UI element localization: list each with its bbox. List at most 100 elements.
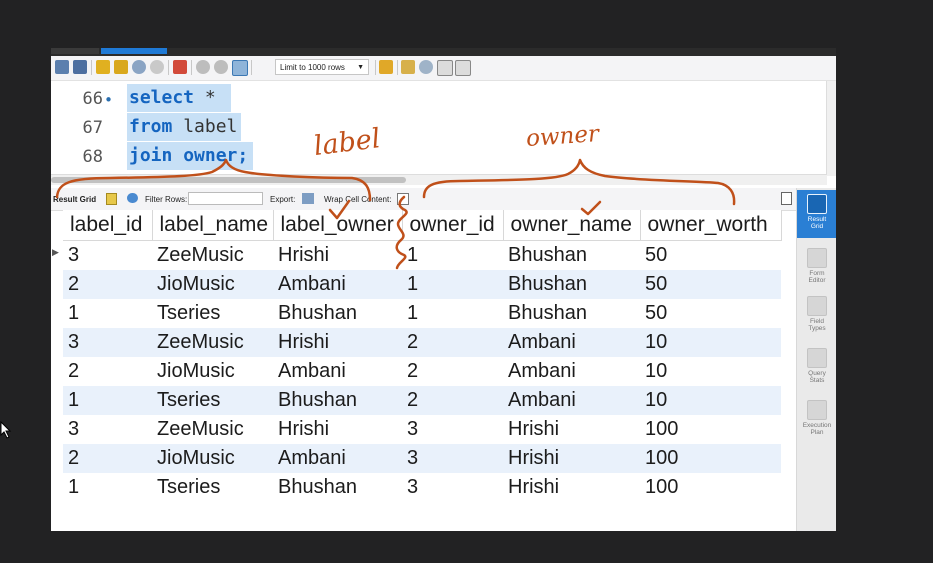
grid-cell[interactable]: 3 [63,241,152,271]
grid-cell[interactable]: 10 [640,328,781,357]
export-icon[interactable] [302,193,314,204]
execution-plan-tab[interactable]: Execution Plan [797,400,836,436]
column-header[interactable]: label_name [152,210,274,241]
limit-rows-select[interactable]: Limit to 1000 rows ▼ [275,59,369,75]
table-row[interactable]: 2 JioMusic Ambani 3 Hrishi 100 [63,444,781,473]
table-row[interactable]: 3 ZeeMusic Hrishi 3 Hrishi 100 [63,415,781,444]
table-row[interactable]: 1 Tseries Bhushan 3 Hrishi 100 [63,473,781,502]
grid-cell[interactable]: Hrishi [503,473,640,502]
column-header[interactable]: label_owner [273,210,403,241]
grid-cell[interactable]: Hrishi [273,415,402,444]
grid-cell[interactable]: 2 [402,328,503,357]
grid-cell[interactable]: Bhushan [273,299,402,328]
grid-cell[interactable]: Tseries [152,473,273,502]
open-file-icon[interactable] [55,60,69,74]
grid-cell[interactable]: JioMusic [152,444,273,473]
save-icon[interactable] [73,60,87,74]
code-line[interactable]: from label [127,113,241,141]
result-grid-label[interactable]: Result Grid [53,195,96,204]
grid-cell[interactable]: Bhushan [273,386,402,415]
commit-icon[interactable] [196,60,210,74]
grid-cell[interactable]: 1 [402,299,503,328]
editor-vertical-scrollbar[interactable] [826,81,836,176]
grid-cell[interactable]: ZeeMusic [152,241,273,271]
grid-cell[interactable]: 3 [63,328,152,357]
autocommit-icon[interactable] [232,60,248,76]
grid-cell[interactable]: ZeeMusic [152,328,273,357]
grid-cell[interactable]: 1 [63,473,152,502]
grid-cell[interactable]: Hrishi [503,444,640,473]
grid-cell[interactable]: 10 [640,357,781,386]
grid-cell[interactable]: Bhushan [503,241,640,271]
grid-cell[interactable]: 1 [402,241,503,271]
editor-horizontal-scrollbar[interactable] [51,174,827,185]
sql-editor[interactable]: 66 • select * 67 from label 68 join owne… [51,81,836,185]
grid-cell[interactable]: Hrishi [273,328,402,357]
grid-cell[interactable]: Ambani [503,357,640,386]
form-editor-tab[interactable]: Form Editor [797,248,836,284]
grid-cell[interactable]: JioMusic [152,270,273,299]
grid-cell[interactable]: 2 [402,357,503,386]
explain-icon[interactable] [132,60,146,74]
grid-cell[interactable]: 1 [402,270,503,299]
column-header[interactable]: label_id [63,210,153,241]
execute-current-icon[interactable] [114,60,128,74]
grid-cell[interactable]: 2 [63,270,152,299]
grid-cell[interactable]: 100 [640,473,781,502]
table-row[interactable]: 2 JioMusic Ambani 1 Bhushan 50 [63,270,781,299]
grid-cell[interactable]: 2 [63,357,152,386]
grid-layout-icon[interactable] [106,193,117,205]
grid-cell[interactable]: 10 [640,386,781,415]
table-row[interactable]: 3 ZeeMusic Hrishi 2 Ambani 10 [63,328,781,357]
code-line[interactable]: select * [127,84,231,112]
field-types-tab[interactable]: Field Types [797,296,836,332]
grid-cell[interactable]: 3 [402,473,503,502]
find-icon[interactable] [419,60,433,74]
grid-cell[interactable]: ZeeMusic [152,415,273,444]
table-row[interactable]: 1 Tseries Bhushan 1 Bhushan 50 [63,299,781,328]
column-header[interactable]: owner_id [402,210,504,241]
grid-cell[interactable]: 3 [402,444,503,473]
grid-cell[interactable]: Bhushan [503,299,640,328]
grid-cell[interactable]: 50 [640,241,781,271]
execute-icon[interactable] [96,60,110,74]
column-header[interactable]: owner_worth [640,210,782,241]
query-tab[interactable] [51,48,99,54]
grid-cell[interactable]: Bhushan [273,473,402,502]
panel-toggle-icon[interactable] [781,192,792,205]
grid-cell[interactable]: Ambani [273,270,402,299]
grid-cell[interactable]: 50 [640,299,781,328]
grid-cell[interactable]: 100 [640,415,781,444]
grid-cell[interactable]: 100 [640,444,781,473]
grid-cell[interactable]: 2 [402,386,503,415]
beautify-icon[interactable] [379,60,393,74]
wrap-lines-icon[interactable] [455,60,471,76]
table-row[interactable]: 3 ZeeMusic Hrishi 1 Bhushan 50 [63,240,781,271]
toggle-error-icon[interactable] [173,60,187,74]
stop-icon[interactable] [150,60,164,74]
refresh-icon[interactable] [127,193,138,203]
query-tab-active[interactable] [101,48,167,54]
grid-cell[interactable]: Bhushan [503,270,640,299]
scroll-thumb[interactable] [51,177,406,183]
grid-cell[interactable]: 2 [63,444,152,473]
grid-cell[interactable]: 3 [402,415,503,444]
grid-cell[interactable]: Ambani [273,357,402,386]
rollback-icon[interactable] [214,60,228,74]
grid-cell[interactable]: 3 [63,415,152,444]
grid-cell[interactable]: 50 [640,270,781,299]
result-grid-tab[interactable]: Result Grid [797,190,836,238]
wrap-cell-icon[interactable] [397,193,409,205]
grid-cell[interactable]: 1 [63,386,152,415]
grid-cell[interactable]: Tseries [152,299,273,328]
table-row[interactable]: 1 Tseries Bhushan 2 Ambani 10 [63,386,781,415]
grid-cell[interactable]: Tseries [152,386,273,415]
grid-cell[interactable]: Hrishi [273,241,402,271]
grid-cell[interactable]: Ambani [273,444,402,473]
invisible-chars-icon[interactable] [437,60,453,76]
query-stats-tab[interactable]: Query Stats [797,348,836,384]
grid-cell[interactable]: JioMusic [152,357,273,386]
code-line[interactable]: join owner; [127,142,253,170]
grid-cell[interactable]: Ambani [503,328,640,357]
table-row[interactable]: 2 JioMusic Ambani 2 Ambani 10 [63,357,781,386]
